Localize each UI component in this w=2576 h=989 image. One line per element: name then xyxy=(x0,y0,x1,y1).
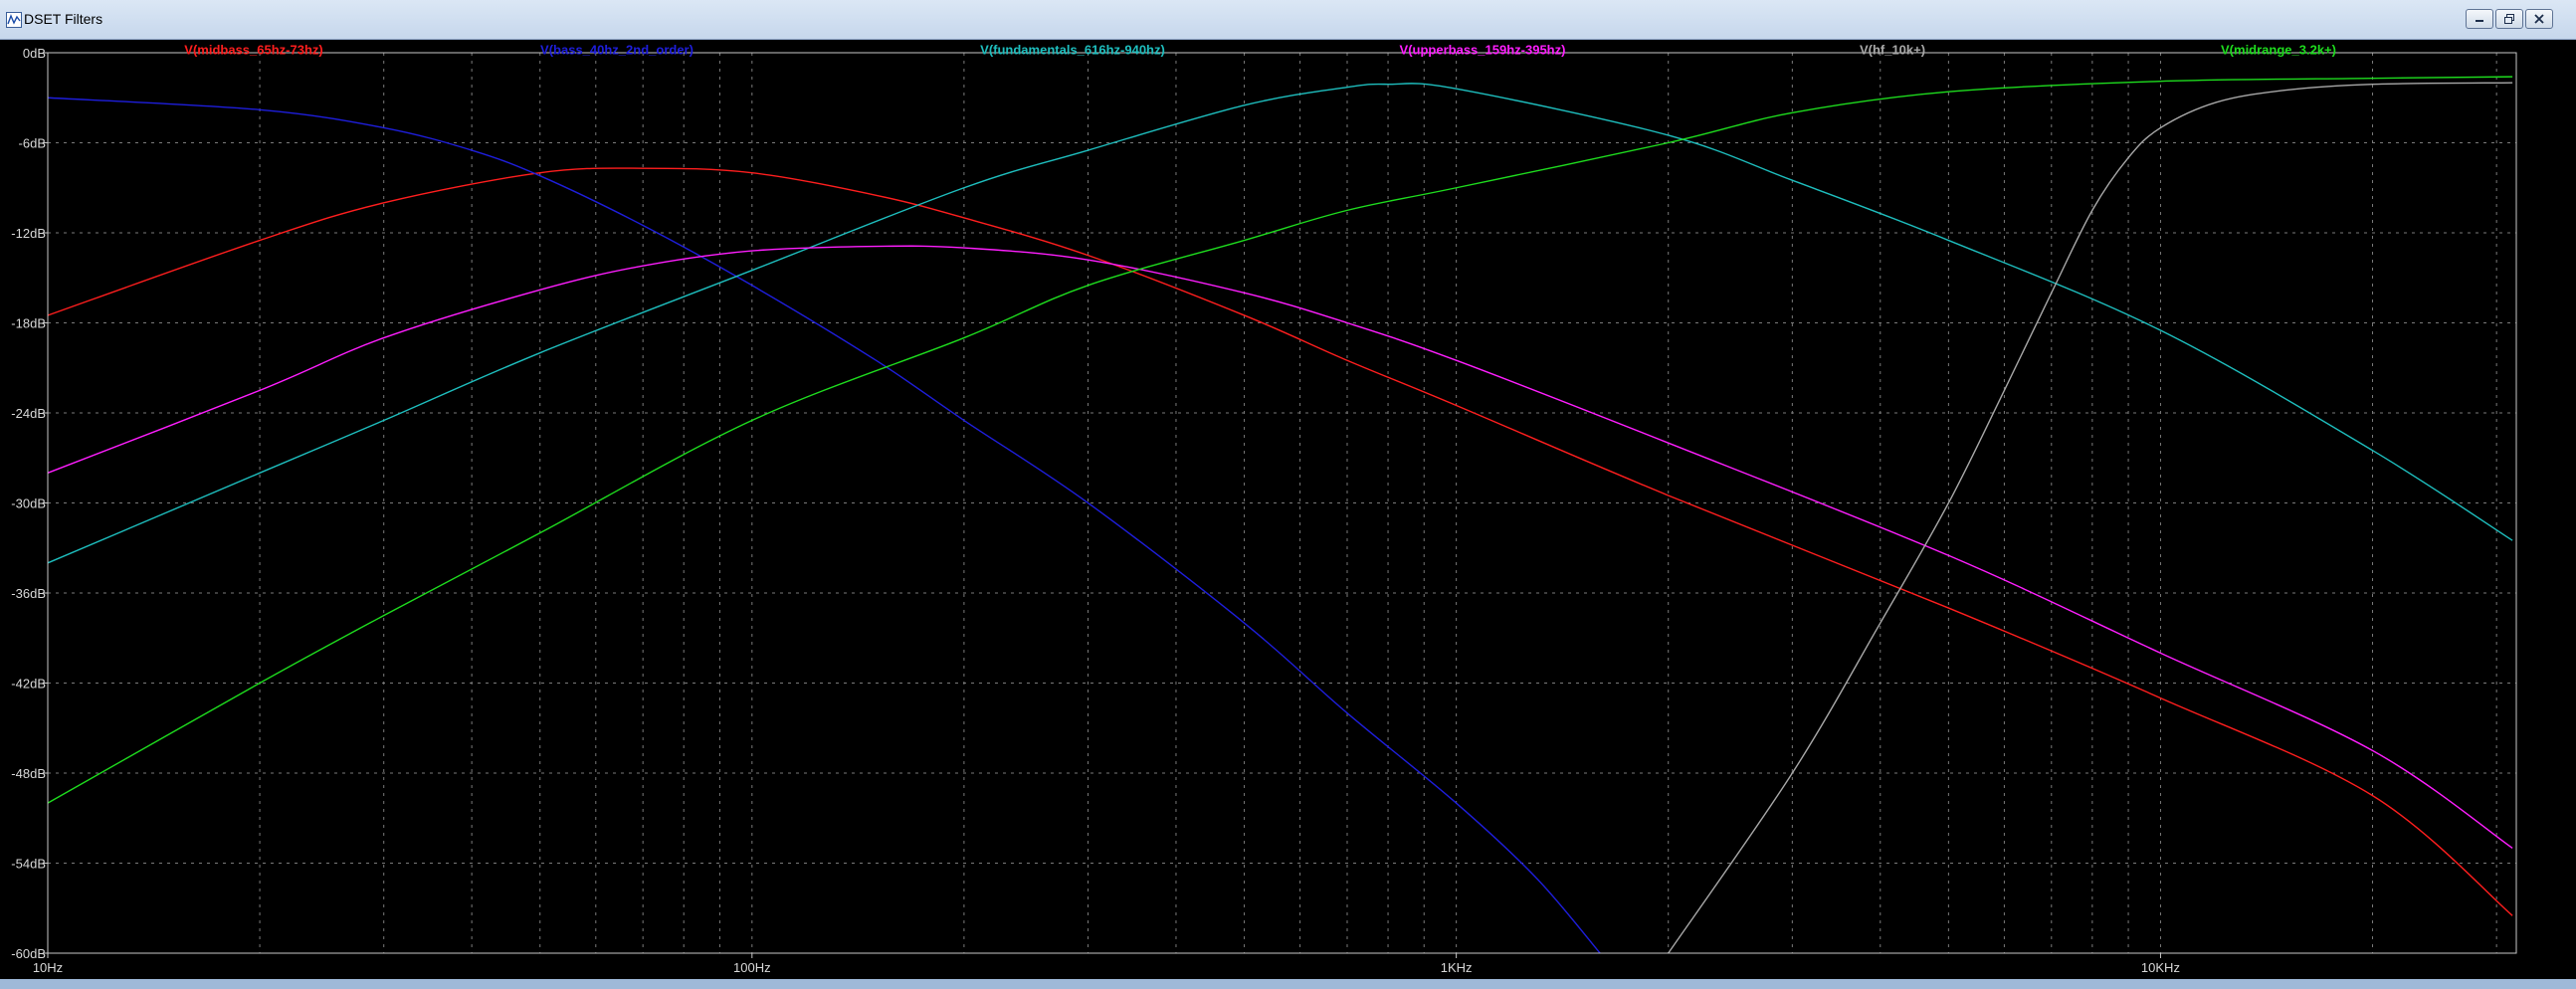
trace-line-1[interactable] xyxy=(47,167,2513,916)
y-tick-label: -54dB xyxy=(11,857,46,872)
trace-line-5[interactable] xyxy=(1668,82,2513,954)
minimize-button[interactable] xyxy=(2466,9,2493,29)
legend-trace-6[interactable]: V(midrange_3.2k+) xyxy=(2221,43,2336,58)
y-tick-label: -18dB xyxy=(11,316,46,331)
x-tick-label: 10KHz xyxy=(2141,960,2180,975)
x-axis-tick-labels: 10Hz 100Hz 1KHz 10KHz xyxy=(33,953,2180,975)
y-tick-label: -60dB xyxy=(11,946,46,961)
close-button[interactable] xyxy=(2525,9,2553,29)
legend-trace-3[interactable]: V(fundamentals_616hz-940hz) xyxy=(980,43,1165,58)
ltspice-waveform-icon xyxy=(6,12,22,28)
restore-icon xyxy=(2504,14,2514,24)
window-bottom-border xyxy=(0,979,2576,989)
y-tick-label: -30dB xyxy=(11,496,46,511)
legend-trace-5[interactable]: V(hf_10k+) xyxy=(1860,43,1925,58)
y-tick-label: -36dB xyxy=(11,586,46,601)
y-tick-label: -24dB xyxy=(11,406,46,421)
plot-grid xyxy=(48,53,2516,953)
x-tick-label: 100Hz xyxy=(733,960,771,975)
waveform-plot[interactable]: 0dB -6dB -12dB -18dB -24dB -30dB -36dB -42dB -48… xyxy=(0,40,2576,979)
trace-legend: V(midbass_65hz-73hz) V(bass_40hz_2nd_orde… xyxy=(184,43,2336,58)
trace-line-4[interactable] xyxy=(47,245,2513,849)
trace-layer xyxy=(47,76,2513,954)
y-tick-label: -12dB xyxy=(11,226,46,241)
trace-line-6[interactable] xyxy=(47,76,2513,804)
y-tick-label: -42dB xyxy=(11,677,46,692)
x-tick-label: 10Hz xyxy=(33,960,63,975)
legend-trace-4[interactable]: V(upperbass_159hz-395hz) xyxy=(1400,43,1566,58)
restore-button[interactable] xyxy=(2495,9,2523,29)
x-tick-label: 1KHz xyxy=(1441,960,1473,975)
y-axis-tick-labels: 0dB -6dB -12dB -18dB -24dB -30dB -36dB -42dB -48… xyxy=(11,46,48,961)
y-tick-label: 0dB xyxy=(23,46,46,61)
y-tick-label: -6dB xyxy=(19,136,46,151)
legend-trace-1[interactable]: V(midbass_65hz-73hz) xyxy=(184,43,322,58)
window-title: DSET Filters xyxy=(24,11,103,27)
ltspice-plot-window: DSET Filters 0dB -6dB -12dB -18dB -24dB -30dB… xyxy=(0,0,2576,989)
close-icon xyxy=(2534,14,2544,24)
trace-line-2[interactable] xyxy=(47,97,1601,954)
title-bar[interactable]: DSET Filters xyxy=(0,0,2576,40)
legend-trace-2[interactable]: V(bass_40hz_2nd_order) xyxy=(540,43,694,58)
y-tick-label: -48dB xyxy=(11,766,46,781)
minimize-icon xyxy=(2476,20,2483,22)
